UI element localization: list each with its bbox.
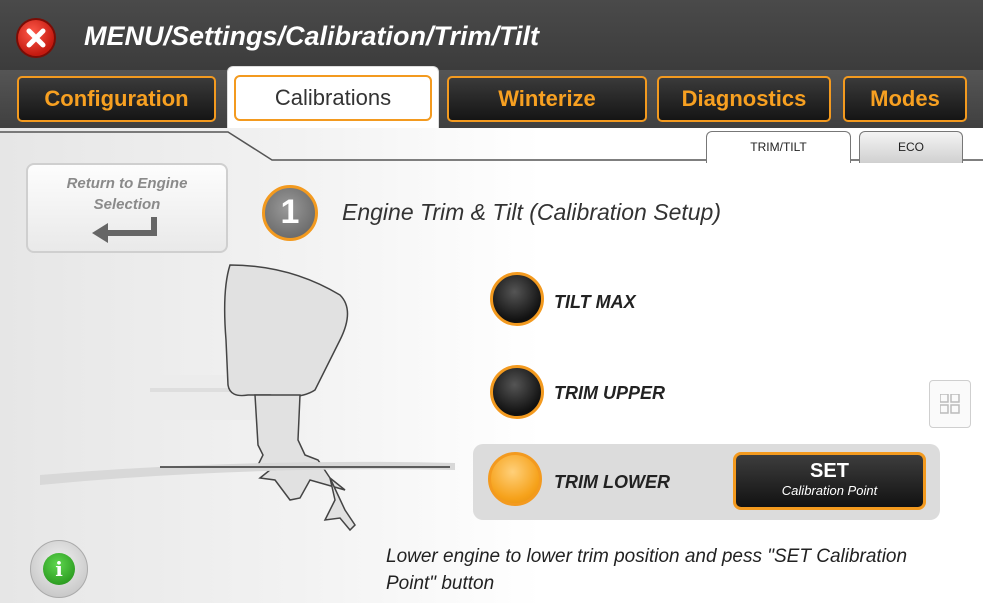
- breadcrumb-title: MENU/Settings/Calibration/Trim/Tilt: [84, 21, 540, 51]
- info-icon: i: [43, 553, 75, 585]
- trim-upper-label: TRIM UPPER: [554, 383, 666, 403]
- tab-diagnostics[interactable]: Diagnostics: [657, 76, 831, 122]
- tab-modes[interactable]: Modes: [843, 76, 967, 122]
- instruction-text: Lower engine to lower trim position and …: [386, 546, 908, 594]
- set-calibration-point-button[interactable]: SET Calibration Point: [733, 452, 926, 510]
- close-button[interactable]: [16, 18, 56, 58]
- step-number-badge: 1: [262, 185, 318, 241]
- tab-calibrations[interactable]: Calibrations: [227, 66, 439, 128]
- tilt-max-indicator-led: [490, 272, 544, 326]
- return-to-engine-selection-button[interactable]: Return to Engine Selection: [26, 163, 228, 253]
- grid-view-button[interactable]: [929, 380, 971, 428]
- subtab-trim-tilt[interactable]: TRIM/TILT: [706, 131, 851, 163]
- tab-winterize[interactable]: Winterize: [447, 76, 647, 122]
- grid-icon: [940, 394, 960, 414]
- trim-lower-indicator-led: [488, 452, 542, 506]
- return-button-label: Return to Engine Selection: [66, 175, 188, 213]
- x-close-icon: [26, 28, 46, 48]
- set-button-sublabel: Calibration Point: [781, 483, 878, 498]
- tab-configuration[interactable]: Configuration: [17, 76, 216, 122]
- subtab-eco[interactable]: ECO: [859, 131, 963, 163]
- tab-calibrations-label: Calibrations: [234, 75, 432, 121]
- step-title: Engine Trim & Tilt (Calibration Setup): [342, 199, 722, 225]
- tilt-max-label: TILT MAX: [554, 292, 636, 312]
- trim-lower-label: TRIM LOWER: [554, 472, 670, 492]
- set-button-label: SET: [810, 460, 849, 482]
- trim-upper-indicator-led: [490, 365, 544, 419]
- outboard-engine-illustration: [40, 264, 455, 532]
- return-arrow-icon: [92, 217, 157, 243]
- info-button[interactable]: i: [30, 540, 88, 598]
